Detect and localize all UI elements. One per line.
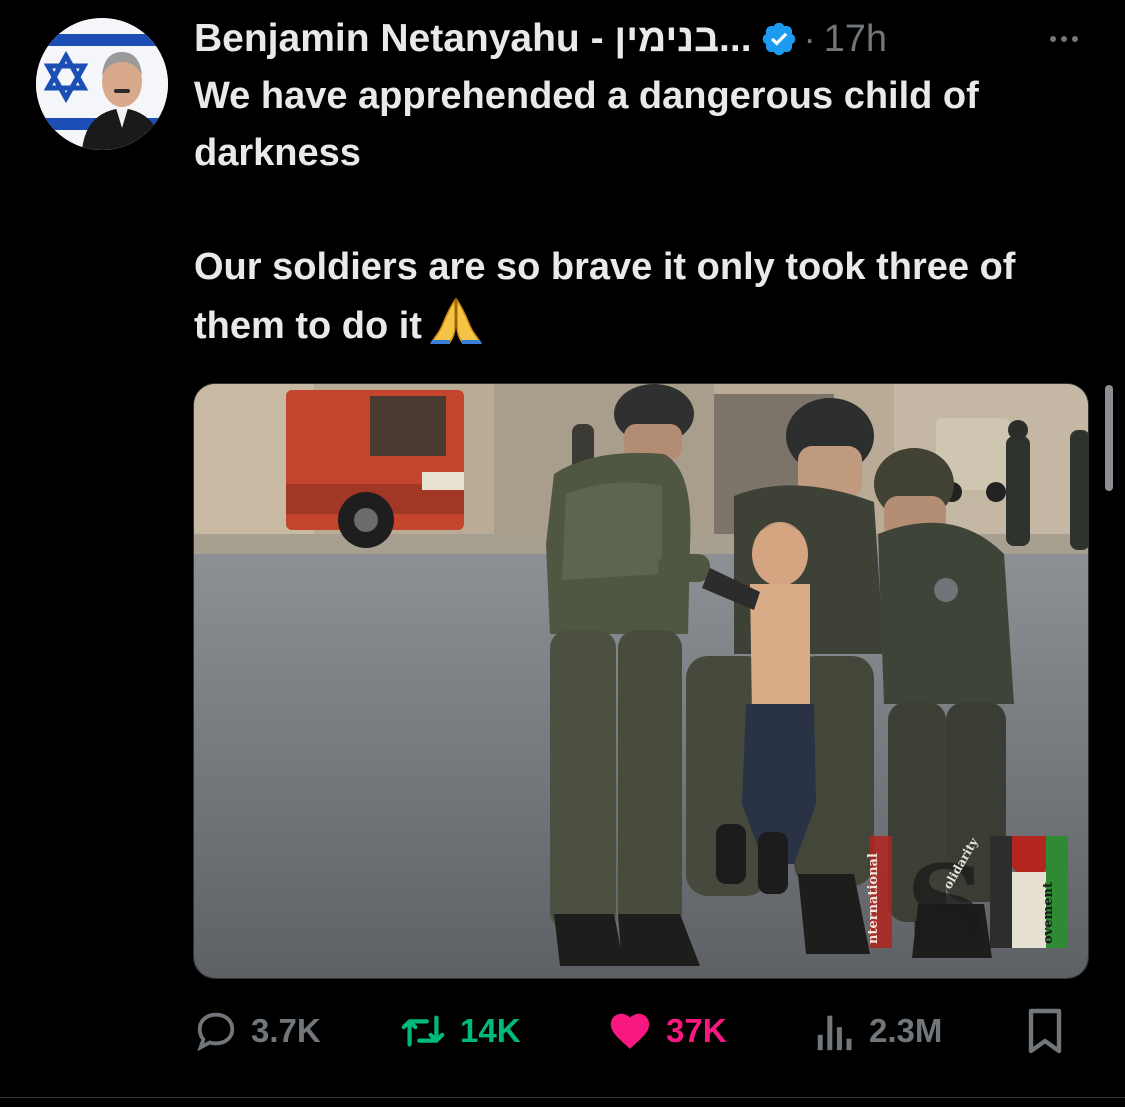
bookmark-button[interactable] <box>1025 1005 1077 1057</box>
reply-button[interactable]: 3.7K <box>193 1005 321 1057</box>
folded-hands-icon <box>429 297 482 344</box>
separator-dot: · <box>803 18 816 59</box>
author-name[interactable]: Benjamin Netanyahu - בנימין... <box>194 17 752 61</box>
scrollbar[interactable] <box>1105 385 1113 491</box>
repost-button[interactable]: 14K <box>398 1005 521 1057</box>
avatar[interactable] <box>36 18 168 150</box>
divider <box>0 1097 1125 1098</box>
reply-count: 3.7K <box>251 1012 321 1049</box>
reply-icon <box>197 1012 235 1052</box>
post[interactable]: Benjamin Netanyahu - בנימין... · 17h We … <box>0 0 1125 1107</box>
like-count: 37K <box>666 1012 727 1049</box>
watermark-word-3: ovement <box>1041 882 1056 944</box>
watermark-letter-s: S <box>906 841 985 970</box>
views-icon <box>817 1015 852 1051</box>
more-options-icon[interactable] <box>1038 24 1090 54</box>
watermark-word-1: nternational <box>866 853 881 944</box>
views-button[interactable]: 2.3M <box>813 1005 942 1057</box>
post-text-line-2: Our soldiers are so brave it only took t… <box>194 246 1016 347</box>
like-button[interactable]: 37K <box>606 1005 727 1057</box>
post-text-line-1: We have apprehended a dangerous child of… <box>194 75 979 174</box>
heart-icon <box>610 1013 650 1049</box>
views-count: 2.3M <box>869 1012 943 1049</box>
repost-icon <box>401 1015 445 1047</box>
repost-count: 14K <box>460 1012 521 1049</box>
verified-badge-icon[interactable] <box>760 20 798 58</box>
red-truck <box>286 390 464 548</box>
post-text: We have apprehended a dangerous child of… <box>194 68 1094 355</box>
timestamp[interactable]: 17h <box>824 18 887 61</box>
bookmark-icon <box>1028 1008 1062 1054</box>
post-photo[interactable]: nternational S olidarity ovement <box>193 383 1089 979</box>
action-bar: 3.7K 14K 37K 2.3M <box>193 1005 1073 1057</box>
post-text-paragraph-2: Our soldiers are so brave it only took t… <box>194 239 1094 355</box>
post-header: Benjamin Netanyahu - בנימין... · 17h <box>194 14 887 64</box>
